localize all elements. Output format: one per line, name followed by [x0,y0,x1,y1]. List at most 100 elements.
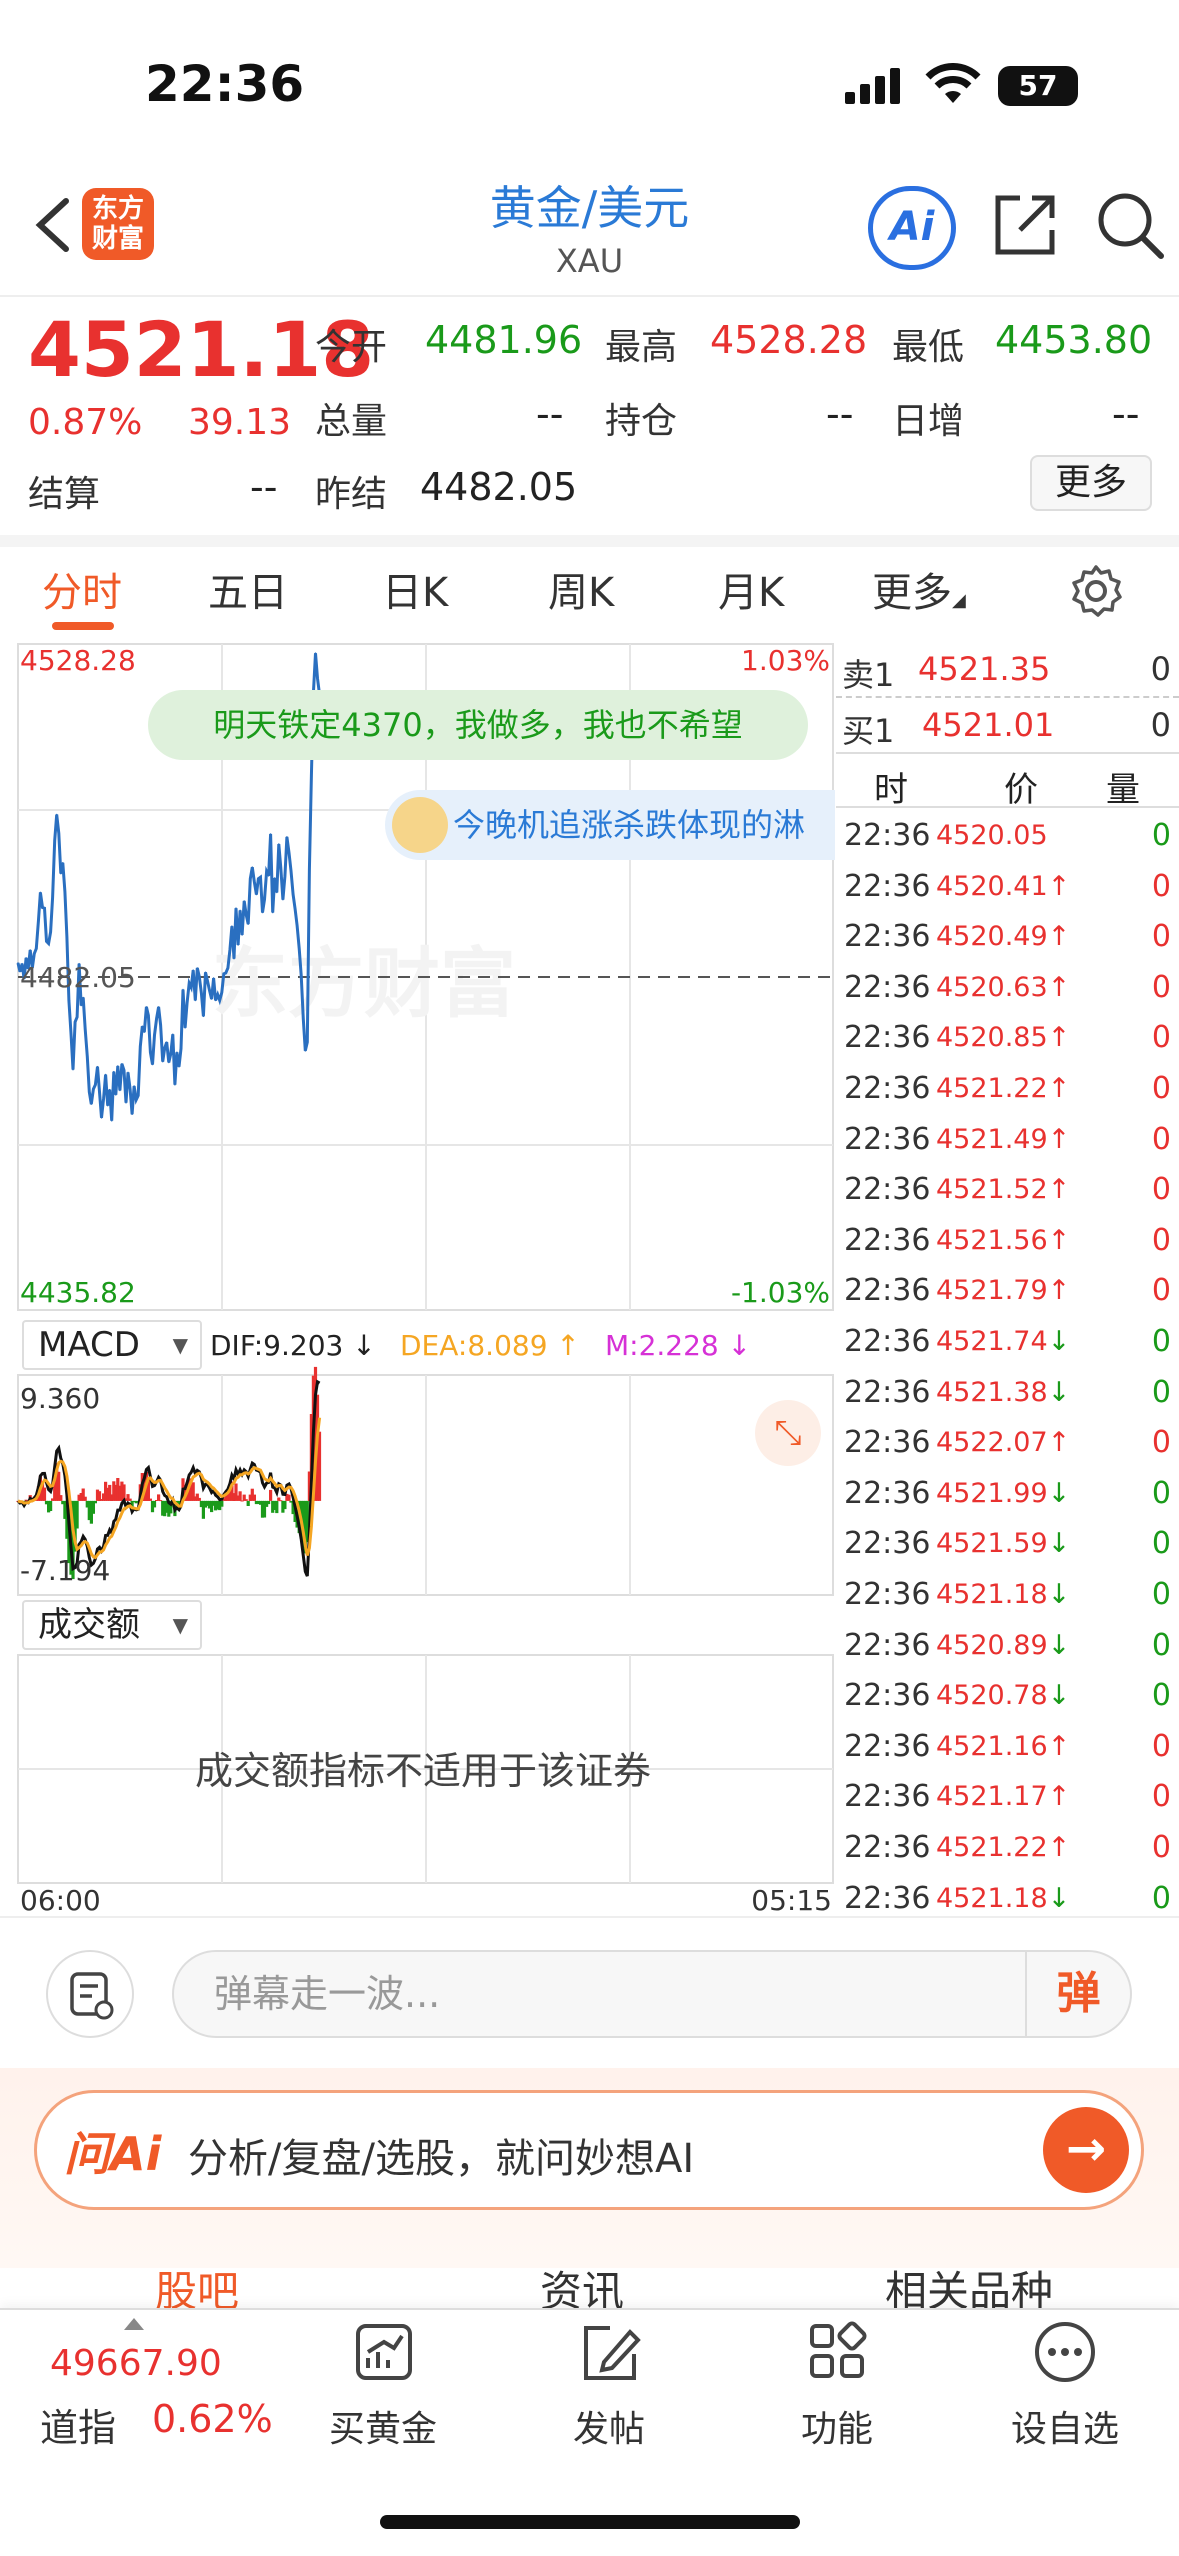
price-point [253,880,256,883]
tick-direction-icon: ↓ [1047,1528,1071,1560]
price-point [88,1091,91,1093]
tick-direction-icon: ↑ [1047,1781,1071,1813]
price-change: 39.13 [188,402,292,443]
price-point [259,876,262,878]
tick-row: 22:36 4520.85↑ 0 [836,1012,1179,1062]
price-point [147,1014,150,1017]
macd-select-label: MACD [38,1325,140,1365]
tick-row: 22:36 4520.41↑ 0 [836,861,1179,911]
tick-price: 4520.05 [936,820,1048,851]
tick-qty: 0 [1151,1222,1171,1258]
watermark: 东方财富 [212,939,516,1028]
header-divider [0,295,1179,297]
price-point [271,911,274,914]
tick-time: 22:36 [844,1273,931,1309]
macd-histogram-bar [59,1495,63,1501]
price-point [308,868,311,871]
price-point [96,1065,99,1068]
tick-qty: 0 [1151,818,1171,853]
bid1-price: 4521.01 [922,706,1055,744]
ticks-header-price: 价 [1004,770,1038,810]
price-point [74,1021,76,1023]
price-point [25,957,27,959]
price-point [165,1041,168,1043]
price-point [245,913,247,916]
nav-functions[interactable]: 功能 [762,2318,912,2452]
ask1-row: 卖1 4521.35 0 [836,640,1179,696]
dropdown-arrow-icon: ▼ [172,1333,188,1357]
tick-qty: 0 [1151,1273,1171,1309]
price-point [163,1047,166,1049]
tick-row: 22:36 4521.52↑ 0 [836,1164,1179,1214]
price-point [76,1016,78,1018]
daily-inc-label: 日增 [892,401,965,442]
tick-price: 4521.18↓ [936,1883,1070,1914]
price-point [53,839,56,842]
price-point [143,1031,146,1033]
tab-intraday[interactable]: 分时 [42,560,122,618]
danmaku-bubble[interactable]: 今晚机追涨杀跌体现的淋 [385,790,835,860]
price-point [316,677,319,680]
tick-qty: 0 [1151,868,1171,904]
tab-weekly-k[interactable]: 周K [548,560,614,618]
tick-price: 4520.85↑ [936,1022,1070,1053]
tab-five-day[interactable]: 五日 [208,560,288,618]
search-icon[interactable] [1095,190,1165,260]
prev-settle-label: 昨结 [315,474,388,515]
arrow-right-icon[interactable]: → [1043,2107,1129,2193]
price-point [196,967,199,969]
price-point [29,949,32,951]
note-icon[interactable] [46,1950,134,2038]
price-point [94,1083,97,1086]
volume-indicator-select[interactable]: 成交额 ▼ [22,1600,202,1650]
ai-button[interactable]: Ai [868,186,956,270]
price-point [131,1113,133,1115]
share-icon[interactable] [990,190,1060,260]
price-point [82,996,84,999]
nav-add-watchlist[interactable]: 设自选 [990,2318,1140,2452]
tick-price: 4521.38↓ [936,1377,1070,1408]
macd-histogram-bar [49,1500,53,1511]
nav-buy-gold[interactable]: 买黄金 [308,2318,458,2452]
price-point [102,1097,105,1100]
tick-qty: 0 [1151,1627,1171,1663]
tab-daily-k[interactable]: 日K [382,560,448,618]
tick-row: 22:36 4521.56↑ 0 [836,1215,1179,1265]
tick-time: 22:36 [844,1526,931,1562]
tab-monthly-k[interactable]: 月K [718,560,784,618]
index-name[interactable]: 道指 [40,2397,116,2452]
gear-icon[interactable] [1068,563,1124,619]
tick-time: 22:36 [844,1324,931,1359]
index-value[interactable]: 49667.90 [50,2343,222,2384]
tick-time: 22:36 [844,1830,931,1865]
price-point [202,1015,205,1018]
danmaku-input[interactable]: 弹幕走一波... [172,1950,1132,2038]
tab-more[interactable]: 更多◢ [872,560,966,618]
tick-price: 4521.79↑ [936,1275,1070,1306]
open-label: 今开 [315,327,388,368]
tick-direction-icon: ↑ [1047,971,1071,1003]
tick-price-value: 4521.16 [936,1730,1048,1762]
tick-time: 22:36 [844,919,931,955]
index-pct[interactable]: 0.62% [152,2397,273,2441]
macd-histogram-bar [275,1500,279,1514]
tick-direction-icon: ↓ [1047,1376,1071,1408]
more-quote-button[interactable]: 更多 [1030,455,1152,511]
expand-icon[interactable]: ⤡ [755,1400,821,1466]
price-point [241,934,243,936]
tick-row: 22:36 4521.59↓ 0 [836,1518,1179,1568]
caret-up-icon[interactable] [124,2318,144,2330]
price-point [115,1094,117,1096]
bid1-row: 买1 4521.01 0 [836,696,1179,752]
dif-label: DIF:9.203 ↓ [210,1329,376,1362]
tick-qty: 0 [1151,1880,1171,1916]
macd-indicator-select[interactable]: MACD ▼ [22,1320,202,1370]
ai-prompt-text[interactable]: 分析/复盘/选股，就问妙想AI [188,2126,694,2184]
tick-direction-icon: ↓ [1047,1579,1071,1610]
x-end-label: 05:15 [751,1884,832,1915]
nav-post[interactable]: 发帖 [534,2318,684,2452]
danmaku-toggle-button[interactable]: 弹 [1025,1952,1130,2036]
danmaku-bubble[interactable]: 明天铁定4370，我做多，我也不希望 [148,690,808,760]
price-point [194,999,197,1002]
tick-qty: 0 [1151,1728,1171,1764]
